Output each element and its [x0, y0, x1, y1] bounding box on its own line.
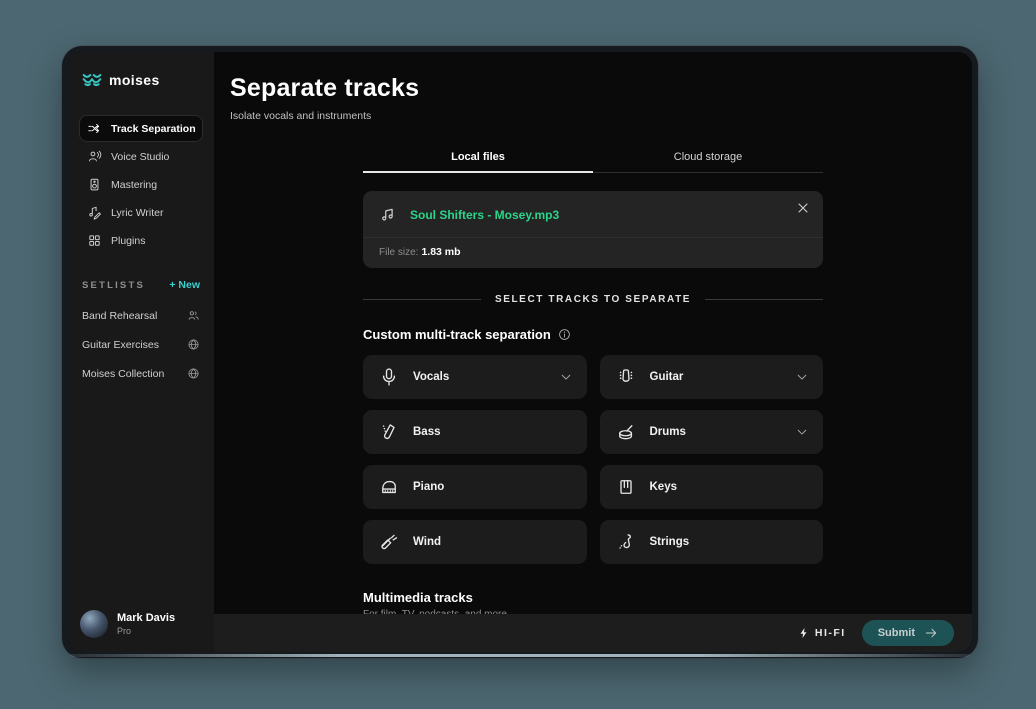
content-column: Local files Cloud storage Soul Shifters …	[363, 142, 823, 652]
divider-label: SELECT TRACKS TO SEPARATE	[481, 294, 705, 305]
track-option-guitar[interactable]: Guitar	[600, 355, 824, 399]
sidebar-item-label: Track Separation	[111, 123, 196, 135]
track-option-vocals[interactable]: Vocals	[363, 355, 587, 399]
hifi-toggle[interactable]: HI-FI	[798, 627, 846, 639]
hifi-label: HI-FI	[815, 627, 846, 639]
sidebar-item-label: Plugins	[111, 235, 145, 247]
sidebar-item-label: Mastering	[111, 179, 157, 191]
app-window: moises Track Separation Voice Studio	[62, 46, 978, 658]
track-option-keys[interactable]: Keys	[600, 465, 824, 509]
lyric-writer-icon	[87, 205, 102, 220]
track-option-strings[interactable]: Strings	[600, 520, 824, 564]
file-size-row: File size:1.83 mb	[363, 237, 823, 268]
file-row: Soul Shifters - Mosey.mp3	[363, 191, 823, 237]
globe-icon	[187, 367, 200, 380]
chevron-down-icon[interactable]	[795, 370, 809, 384]
piano-icon	[378, 476, 400, 498]
footer-bar: HI-FI Submit	[214, 614, 972, 652]
sidebar: moises Track Separation Voice Studio	[68, 52, 214, 652]
keys-icon	[615, 476, 637, 498]
track-label: Vocals	[413, 371, 449, 383]
user-plan-badge: Pro	[117, 626, 175, 636]
voice-studio-icon	[87, 149, 102, 164]
mastering-icon	[87, 177, 102, 192]
sidebar-item-label: Lyric Writer	[111, 207, 164, 219]
setlists-list: Band Rehearsal Guitar Exercises Moises C…	[80, 301, 202, 388]
file-size-value: 1.83 mb	[421, 246, 460, 258]
sidebar-item-plugins[interactable]: Plugins	[80, 228, 202, 253]
sidebar-item-track-separation[interactable]: Track Separation	[80, 116, 202, 141]
select-tracks-divider: SELECT TRACKS TO SEPARATE	[363, 294, 823, 305]
multimedia-title: Multimedia tracks	[363, 590, 823, 605]
user-name: Mark Davis	[117, 612, 175, 624]
track-label: Keys	[650, 481, 678, 493]
tab-cloud-storage[interactable]: Cloud storage	[593, 142, 823, 172]
brand-wordmark: moises	[109, 72, 160, 88]
chevron-down-icon[interactable]	[795, 425, 809, 439]
submit-button[interactable]: Submit	[862, 620, 954, 646]
submit-label: Submit	[878, 627, 915, 639]
file-name: Soul Shifters - Mosey.mp3	[410, 208, 559, 222]
setlist-item-label: Guitar Exercises	[82, 339, 159, 351]
app-screen: moises Track Separation Voice Studio	[68, 52, 972, 652]
microphone-icon	[378, 366, 400, 388]
track-label: Bass	[413, 426, 441, 438]
setlist-item-label: Moises Collection	[82, 368, 164, 380]
page-header: Separate tracks Isolate vocals and instr…	[214, 52, 972, 122]
divider-line	[705, 299, 823, 300]
brand-logo: moises	[80, 72, 202, 88]
new-setlist-button[interactable]: + New	[169, 279, 200, 291]
file-size-label: File size:	[379, 247, 418, 258]
track-option-wind[interactable]: Wind	[363, 520, 587, 564]
track-options-grid: Vocals Guitar	[363, 355, 823, 564]
custom-section-title: Custom multi-track separation	[363, 327, 551, 342]
wind-icon	[378, 531, 400, 553]
avatar	[80, 610, 108, 638]
setlist-item-band-rehearsal[interactable]: Band Rehearsal	[80, 301, 202, 330]
bass-icon	[378, 421, 400, 443]
strings-icon	[615, 531, 637, 553]
custom-section-header: Custom multi-track separation	[363, 327, 823, 342]
track-label: Piano	[413, 481, 444, 493]
user-profile[interactable]: Mark Davis Pro	[68, 600, 214, 652]
plugins-icon	[87, 233, 102, 248]
track-label: Drums	[650, 426, 686, 438]
setlist-item-moises-collection[interactable]: Moises Collection	[80, 359, 202, 388]
setlist-item-guitar-exercises[interactable]: Guitar Exercises	[80, 330, 202, 359]
info-icon[interactable]	[558, 328, 571, 341]
sidebar-item-lyric-writer[interactable]: Lyric Writer	[80, 200, 202, 225]
sidebar-item-label: Voice Studio	[111, 151, 169, 163]
arrow-right-icon	[924, 626, 938, 640]
main-panel: Separate tracks Isolate vocals and instr…	[214, 52, 972, 652]
tab-local-files[interactable]: Local files	[363, 142, 593, 172]
track-label: Guitar	[650, 371, 684, 383]
setlists-title: SETLISTS	[82, 280, 145, 291]
track-label: Wind	[413, 536, 441, 548]
chevron-down-icon[interactable]	[559, 370, 573, 384]
track-option-drums[interactable]: Drums	[600, 410, 824, 454]
setlists-header: SETLISTS + New	[80, 279, 202, 291]
guitar-icon	[615, 366, 637, 388]
close-icon[interactable]	[795, 200, 811, 216]
page-subtitle: Isolate vocals and instruments	[230, 110, 972, 122]
sidebar-item-mastering[interactable]: Mastering	[80, 172, 202, 197]
setlist-item-label: Band Rehearsal	[82, 310, 157, 322]
music-note-icon	[379, 206, 397, 224]
sidebar-nav: Track Separation Voice Studio Maste	[80, 116, 202, 253]
uploaded-file-card: Soul Shifters - Mosey.mp3 File size:1.83…	[363, 191, 823, 268]
moises-wave-icon	[82, 72, 102, 88]
track-option-bass[interactable]: Bass	[363, 410, 587, 454]
source-tabs: Local files Cloud storage	[363, 142, 823, 173]
divider-line	[363, 299, 481, 300]
sidebar-item-voice-studio[interactable]: Voice Studio	[80, 144, 202, 169]
lightning-icon	[798, 627, 810, 639]
drums-icon	[615, 421, 637, 443]
track-label: Strings	[650, 536, 690, 548]
track-option-piano[interactable]: Piano	[363, 465, 587, 509]
shared-users-icon	[187, 309, 200, 322]
page-title: Separate tracks	[230, 74, 972, 103]
track-separation-icon	[87, 121, 102, 136]
globe-icon	[187, 338, 200, 351]
